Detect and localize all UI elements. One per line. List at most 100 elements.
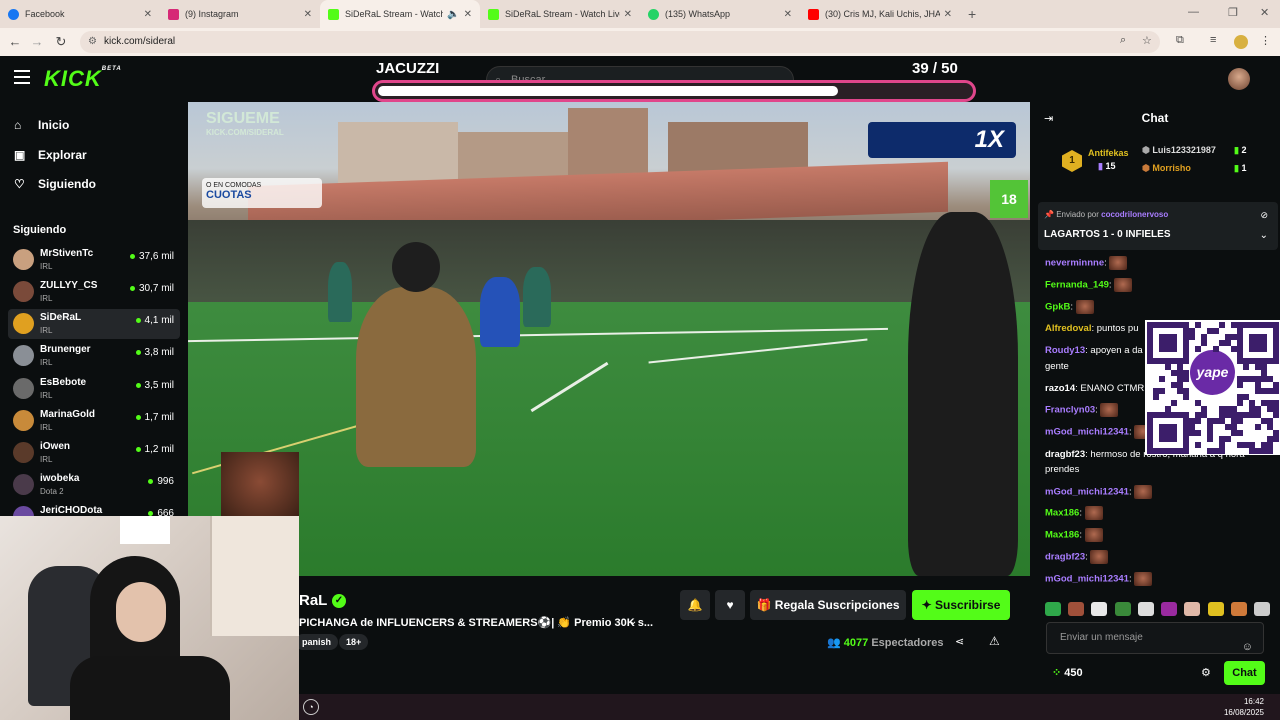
url-field[interactable]: ⚙ kick.com/sideral bbox=[80, 31, 1160, 53]
minimize-icon[interactable]: — bbox=[1188, 6, 1199, 18]
extensions-icon[interactable]: ⧉ bbox=[1176, 34, 1184, 47]
emote-icon[interactable] bbox=[1068, 602, 1085, 616]
followed-channel[interactable]: iwobeka Dota 2 996 bbox=[8, 470, 180, 500]
hide-pin-icon[interactable]: ⊘ bbox=[1260, 210, 1268, 221]
chat-username[interactable]: Fernanda_149 bbox=[1045, 280, 1109, 291]
menu-icon[interactable] bbox=[14, 70, 30, 88]
bookmark-icon[interactable]: ☆ bbox=[1142, 34, 1152, 47]
emote-icon[interactable] bbox=[1230, 602, 1247, 616]
followed-channel-active[interactable]: SiDeRaL IRL 4,1 mil bbox=[8, 309, 180, 339]
followed-channel[interactable]: Brunenger IRL 3,8 mil bbox=[8, 341, 180, 371]
tab-whatsapp[interactable]: (135) WhatsApp ✕ bbox=[640, 0, 800, 28]
report-icon[interactable]: ⚠ bbox=[989, 634, 1000, 648]
new-tab-button[interactable]: + bbox=[968, 6, 976, 22]
emote-icon[interactable] bbox=[1207, 602, 1224, 616]
forward-icon[interactable]: → bbox=[24, 34, 50, 49]
tag-language[interactable]: panish bbox=[295, 634, 339, 650]
mute-icon[interactable]: 🔈 bbox=[447, 9, 459, 20]
tab-kick-active[interactable]: SiDeRaL Stream - Watch Live🔈 ✕ bbox=[320, 0, 480, 28]
clock-time: 16:42 bbox=[1243, 697, 1264, 706]
emoji-icon[interactable]: ☺ bbox=[1242, 632, 1253, 662]
maximize-icon[interactable]: ❐ bbox=[1228, 6, 1238, 19]
channel-name: iwobeka bbox=[40, 473, 80, 484]
tab-kick[interactable]: SiDeRaL Stream - Watch Live o ✕ bbox=[480, 0, 640, 28]
close-icon[interactable]: ✕ bbox=[144, 9, 152, 20]
tag-mature[interactable]: 18+ bbox=[339, 634, 369, 650]
channel-title[interactable]: RaL bbox=[299, 592, 327, 609]
followed-channel[interactable]: MrStivenTc IRL 37,6 mil bbox=[8, 245, 180, 275]
channel-name: Brunenger bbox=[40, 344, 91, 355]
chat-message-input[interactable]: Enviar un mensaje ☺ bbox=[1046, 622, 1264, 654]
channel-points[interactable]: ⁘ 450 bbox=[1052, 666, 1083, 679]
chat-username[interactable]: dragbf23 bbox=[1045, 552, 1085, 563]
rank3-row[interactable]: ⬢ Morrisho bbox=[1142, 163, 1191, 174]
notification-bell-button[interactable]: 🔔 bbox=[680, 590, 710, 620]
followed-channel[interactable]: ZULLYY_CS IRL 30,7 mil bbox=[8, 277, 180, 307]
chevron-down-icon[interactable]: ⌄ bbox=[1260, 230, 1268, 241]
facebook-icon bbox=[8, 8, 19, 20]
followed-channel[interactable]: MarinaGold IRL 1,7 mil bbox=[8, 406, 180, 436]
tab-facebook[interactable]: Facebook ✕ bbox=[0, 0, 160, 28]
chat-username[interactable]: Franclyn03 bbox=[1045, 405, 1095, 416]
rank2-row[interactable]: ⬢ Luis123321987 bbox=[1142, 145, 1216, 156]
close-icon[interactable]: ✕ bbox=[464, 9, 472, 20]
site-info-icon[interactable]: ⚙ bbox=[88, 31, 97, 53]
close-icon[interactable]: ✕ bbox=[944, 9, 952, 20]
chat-username[interactable]: razo14 bbox=[1045, 383, 1075, 394]
followed-channel[interactable]: iOwen IRL 1,2 mil bbox=[8, 438, 180, 468]
nav-siguiendo[interactable]: ♡ Siguiendo bbox=[14, 177, 96, 191]
emote-icon[interactable] bbox=[1137, 602, 1154, 616]
avatar bbox=[13, 249, 34, 270]
close-window-icon[interactable]: ✕ bbox=[1260, 6, 1269, 19]
video-player[interactable]: SIGUEME KICK.COM/SIDERAL O EN COMODAS CUOT… bbox=[188, 102, 1030, 576]
profile-icon[interactable] bbox=[1234, 35, 1248, 49]
emote-icon[interactable] bbox=[1091, 602, 1108, 616]
pinned-message[interactable]: 📌 Enviado por cocodrilonervoso ⊘ LAGARTO… bbox=[1038, 202, 1278, 250]
send-chat-button[interactable]: Chat bbox=[1224, 661, 1265, 685]
emote-icon[interactable] bbox=[1253, 602, 1270, 616]
kick-logo[interactable]: KICKBETA bbox=[44, 66, 122, 92]
chevron-down-icon[interactable]: ⌄ bbox=[629, 616, 637, 627]
player bbox=[356, 287, 476, 467]
chat-username[interactable]: Alfredoval bbox=[1045, 323, 1091, 334]
chat-username[interactable]: Roudy13 bbox=[1045, 345, 1085, 356]
emote-icon[interactable] bbox=[1045, 602, 1061, 616]
chat-username[interactable]: dragbf23 bbox=[1045, 449, 1085, 460]
qr-cell bbox=[1225, 436, 1231, 442]
subscribe-button[interactable]: ✦ Suscribirse bbox=[912, 590, 1010, 620]
followed-channel[interactable]: EsBebote IRL 3,5 mil bbox=[8, 374, 180, 404]
emote-icon[interactable] bbox=[1161, 602, 1178, 616]
tab-youtube[interactable]: (30) Cris MJ, Kali Uchis, JHAYCO ✕ bbox=[800, 0, 960, 28]
gear-icon[interactable]: ⚙ bbox=[1201, 666, 1211, 679]
chat-username[interactable]: neverminnne bbox=[1045, 258, 1104, 269]
verified-icon: ✓ bbox=[332, 594, 346, 608]
reload-icon[interactable]: ↻ bbox=[48, 34, 74, 50]
nav-explorar[interactable]: ▣ Explorar bbox=[14, 148, 87, 162]
taskbar-app-icon[interactable]: ◔ bbox=[303, 699, 319, 715]
more-icon[interactable]: ⋮ bbox=[1260, 34, 1271, 47]
gift-subs-button[interactable]: 🎁 Regala Suscripciones bbox=[750, 590, 906, 620]
zoom-icon[interactable]: ⌕ bbox=[1120, 34, 1126, 47]
gift-label: Regala Suscripciones bbox=[774, 598, 900, 612]
close-icon[interactable]: ✕ bbox=[784, 9, 792, 20]
media-icon[interactable]: ≡ bbox=[1210, 34, 1216, 46]
close-icon[interactable]: ✕ bbox=[304, 9, 312, 20]
chat-username[interactable]: mGod_michi12341 bbox=[1045, 427, 1129, 438]
emote-icon[interactable] bbox=[1114, 602, 1131, 616]
tab-instagram[interactable]: (9) Instagram ✕ bbox=[160, 0, 320, 28]
user-avatar[interactable] bbox=[1228, 68, 1250, 90]
close-icon[interactable]: ✕ bbox=[624, 9, 632, 20]
chat-username[interactable]: mGod_michi12341 bbox=[1045, 487, 1129, 498]
chat-username[interactable]: Max186 bbox=[1045, 508, 1079, 519]
emote-icon[interactable] bbox=[1184, 602, 1201, 616]
chat-username[interactable]: Max186 bbox=[1045, 530, 1079, 541]
share-icon[interactable]: ⋖ bbox=[955, 635, 964, 648]
leader-name[interactable]: Antifekas bbox=[1088, 148, 1129, 158]
live-dot-icon bbox=[135, 382, 141, 388]
age-text: 18 bbox=[1001, 191, 1017, 207]
emote-icon bbox=[1134, 485, 1153, 499]
follow-heart-button[interactable]: ♥ bbox=[715, 590, 745, 620]
chat-username[interactable]: mGod_michi12341 bbox=[1045, 574, 1129, 585]
nav-inicio[interactable]: ⌂ Inicio bbox=[14, 118, 69, 132]
chat-username[interactable]: GpkB bbox=[1045, 302, 1070, 313]
